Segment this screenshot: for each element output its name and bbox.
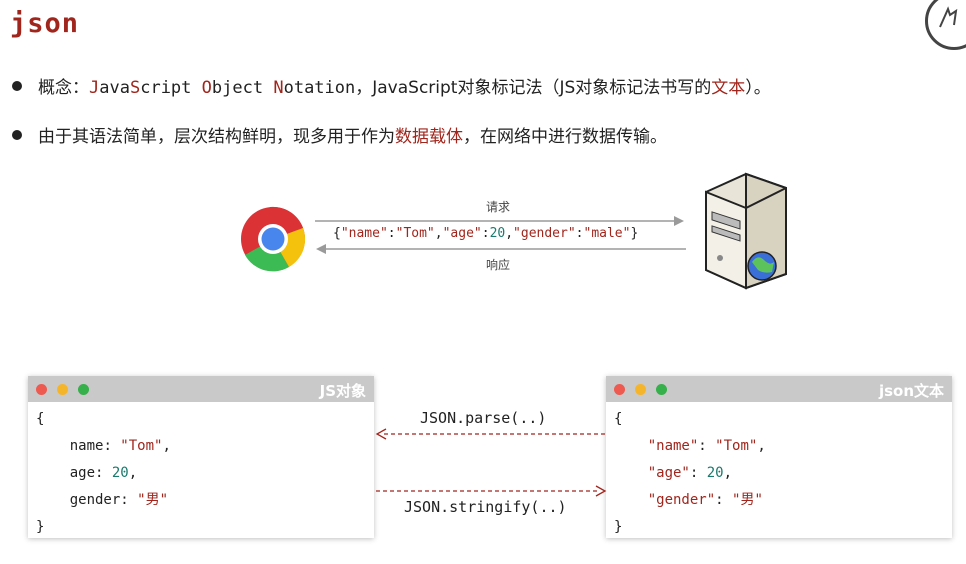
maximize-dot-icon	[78, 384, 89, 395]
bullet-usage: 由于其语法简单，层次结构鲜明，现多用于作为数据载体，在网络中进行数据传输。	[12, 126, 667, 148]
window-title: JS对象	[319, 382, 366, 400]
maximize-dot-icon	[656, 384, 667, 395]
author-logo-icon	[925, 0, 966, 50]
request-label: 请求	[486, 200, 511, 214]
json-stringify-label: JSON.stringify(..)	[404, 498, 567, 516]
response-label: 响应	[486, 258, 511, 272]
js-object-code: { name: "Tom", age: 20, gender: "男" }	[36, 411, 171, 535]
json-text-window: json文本 { "name": "Tom", "age": 20, "gend…	[606, 376, 952, 538]
json-text-code: { "name": "Tom", "age": 20, "gender": "男…	[614, 411, 766, 535]
web-server-icon	[705, 172, 787, 290]
bullet-concept: 概念：JavaScript Object Notation，JavaScript…	[12, 77, 771, 99]
minimize-dot-icon	[57, 384, 68, 395]
chrome-browser-icon	[241, 206, 306, 272]
json-payload: {"name":"Tom","age":20,"gender":"male"}	[333, 226, 639, 241]
conversion-arrows	[375, 428, 607, 497]
window-titlebar: json文本	[606, 376, 952, 402]
bullet-dot-icon	[12, 130, 22, 140]
bullet-dot-icon	[12, 81, 22, 91]
js-object-window: JS对象 { name: "Tom", age: 20, gender: "男"…	[28, 376, 374, 538]
slide-title: json	[10, 8, 80, 39]
window-titlebar: JS对象	[28, 376, 374, 402]
close-dot-icon	[36, 384, 47, 395]
minimize-dot-icon	[635, 384, 646, 395]
window-title: json文本	[878, 382, 944, 400]
close-dot-icon	[614, 384, 625, 395]
